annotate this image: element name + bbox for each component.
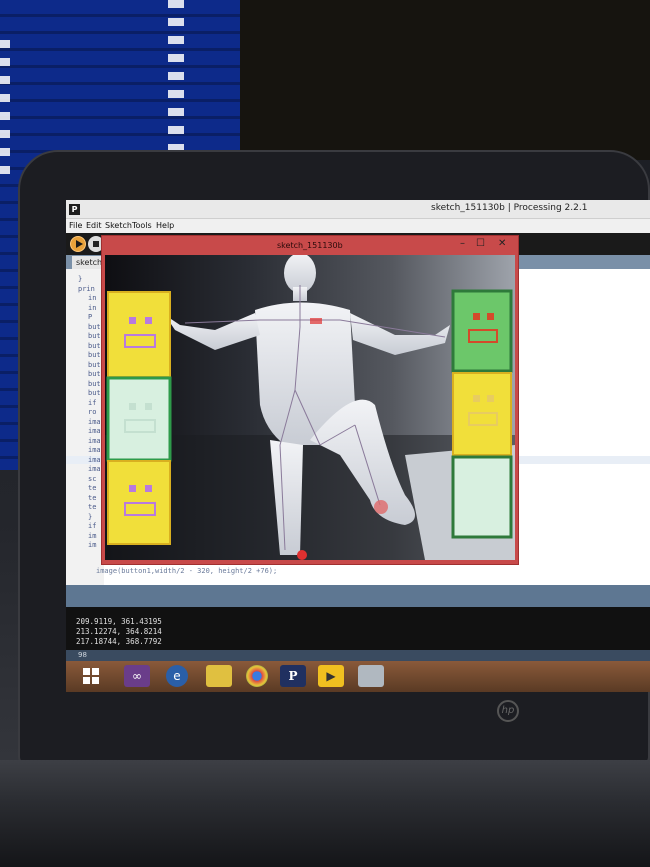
chrome-icon[interactable] [246, 665, 268, 687]
right-button-column [451, 289, 513, 539]
code-line: but [88, 389, 101, 397]
joint-chest-marker [310, 318, 322, 324]
code-line: if [88, 398, 97, 407]
blinds-light-strip-left [0, 40, 10, 180]
menu-edit[interactable]: Edit [86, 221, 102, 230]
window-icon[interactable] [358, 665, 384, 687]
code-line: but [88, 379, 101, 388]
kinect-depth-canvas [105, 255, 515, 560]
dark-wall [240, 0, 650, 160]
code-line: sc [88, 474, 97, 483]
minimize-icon[interactable]: – [460, 238, 465, 249]
code-line: in [88, 294, 97, 302]
menu-help[interactable]: Help [156, 221, 174, 230]
code-line: if [88, 522, 97, 530]
code-line: ima [88, 455, 101, 464]
menu-tools[interactable]: Tools [132, 221, 152, 230]
code-line-last: image(button1,width/2 - 320, height/2 +7… [96, 567, 278, 575]
code-line: ima [88, 465, 101, 473]
menu-sketch[interactable]: Sketch [105, 221, 132, 230]
code-line: prin [78, 284, 95, 293]
run-button[interactable] [70, 236, 86, 252]
window-title: sketch_151130b | Processing 2.2.1 [431, 203, 588, 213]
code-line: but [88, 360, 101, 369]
message-area [66, 585, 650, 607]
windows-taskbar: ∞ e P ▶ [66, 661, 650, 692]
menu-bar: File Edit Sketch Tools Help [66, 219, 650, 233]
left-button-column [106, 291, 172, 545]
console-line: 213.12274, 364.8214 [76, 627, 162, 636]
file-explorer-icon[interactable] [206, 665, 232, 687]
joint-foot-marker [297, 550, 307, 560]
processing-icon[interactable]: P [280, 665, 306, 687]
line-number: 98 [78, 651, 87, 659]
button-right-top[interactable] [451, 289, 513, 373]
console-line: 217.18744, 368.7792 [76, 637, 162, 646]
button-left-bottom[interactable] [107, 460, 171, 545]
code-line: } [78, 275, 83, 283]
close-icon[interactable]: ✕ [498, 238, 506, 249]
code-line: ro [88, 408, 97, 416]
code-line: } [88, 512, 93, 521]
code-line: im [88, 531, 97, 540]
code-line: te [88, 503, 97, 511]
code-line: but [88, 370, 101, 378]
code-line: but [88, 322, 101, 331]
console-line: 209.9119, 361.43195 [76, 617, 162, 626]
button-right-bottom[interactable] [451, 455, 513, 539]
laptop-base [0, 760, 650, 867]
media-player-icon[interactable]: ▶ [318, 665, 344, 687]
button-left-middle[interactable] [106, 376, 172, 462]
code-line: P [88, 313, 93, 321]
menu-file[interactable]: File [69, 221, 82, 230]
sketch-window-title: sketch_151130b [277, 241, 343, 250]
windows-start-icon[interactable] [78, 665, 104, 687]
hp-logo-icon: hp [497, 700, 519, 722]
code-line: ima [88, 427, 101, 435]
code-line: ima [88, 417, 101, 426]
button-right-middle[interactable] [452, 372, 512, 456]
code-line: but [88, 332, 101, 340]
processing-app-icon: P [69, 204, 80, 215]
code-line: but [88, 351, 101, 359]
visual-studio-icon[interactable]: ∞ [124, 665, 150, 687]
code-line: but [88, 341, 101, 350]
processing-title-bar: P sketch_151130b | Processing 2.2.1 [66, 200, 650, 219]
code-line: te [88, 484, 97, 492]
code-line: ima [88, 436, 101, 445]
blinds-light-strip [168, 0, 184, 150]
maximize-icon[interactable]: ☐ [476, 238, 485, 249]
code-line: in [88, 303, 97, 312]
joint-knee-marker [374, 500, 388, 514]
code-line: te [88, 493, 97, 502]
button-left-top[interactable] [107, 291, 171, 378]
code-line: im [88, 541, 97, 549]
status-bar: 98 [66, 650, 650, 661]
internet-explorer-icon[interactable]: e [166, 665, 188, 687]
code-line: ima [88, 446, 101, 454]
